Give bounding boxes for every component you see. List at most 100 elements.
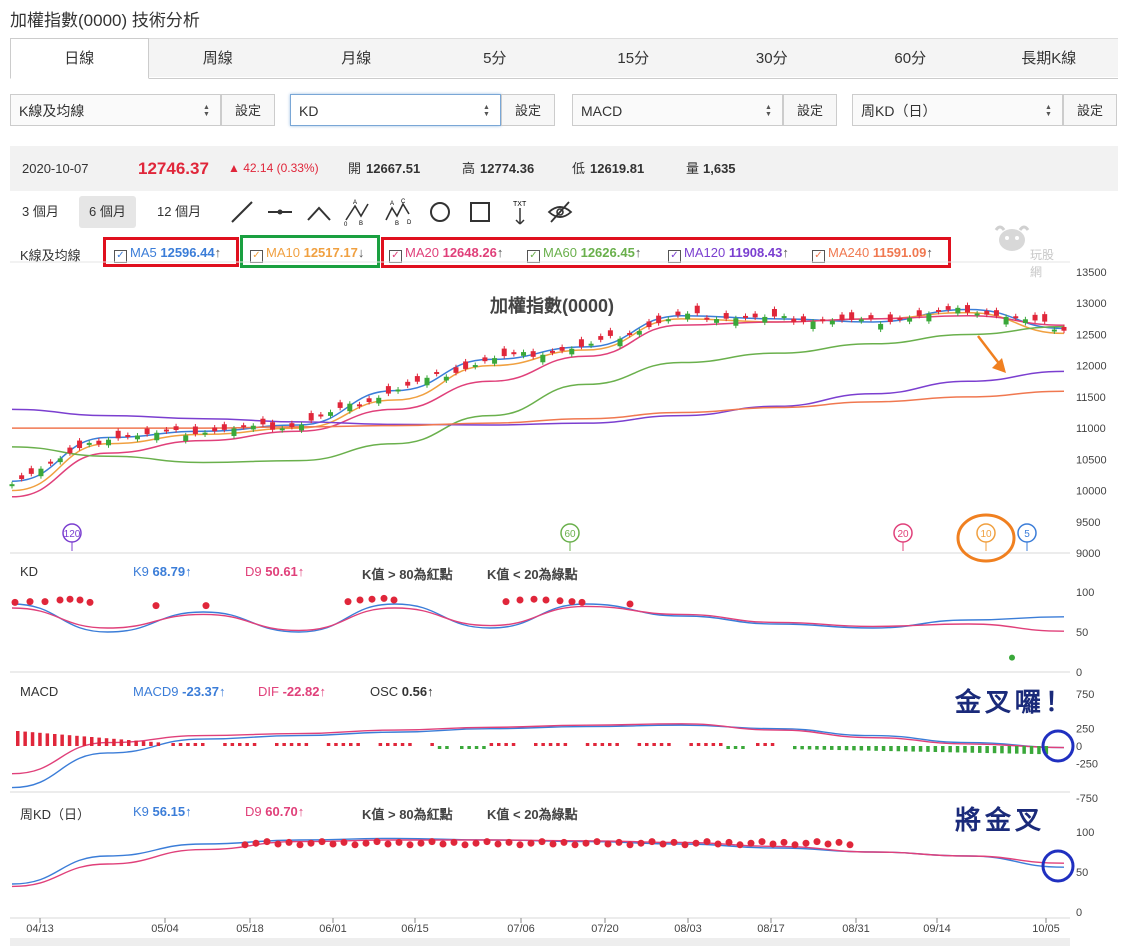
candle-body	[733, 318, 739, 326]
red-dot	[274, 840, 282, 848]
osc-bar	[852, 746, 856, 751]
osc-bar	[859, 746, 864, 751]
osc-bar	[201, 743, 205, 746]
red-dot	[582, 839, 590, 847]
red-dot	[549, 840, 557, 848]
osc-bar	[445, 746, 449, 749]
candle-body	[173, 426, 179, 431]
osc-bar	[82, 736, 87, 746]
red-dot	[483, 838, 491, 846]
osc-bar	[667, 743, 671, 746]
candle-body	[472, 365, 478, 368]
candle-body	[250, 425, 256, 430]
osc-bar	[467, 746, 471, 749]
macd-line	[11, 724, 1065, 789]
candle-body	[743, 315, 749, 318]
osc-bar	[763, 743, 767, 746]
red-dot	[568, 598, 576, 606]
xtick-label: 05/18	[236, 923, 264, 935]
osc-bar	[489, 743, 494, 746]
osc-bar	[541, 743, 545, 746]
red-dot	[307, 839, 315, 847]
osc-bar	[326, 743, 331, 746]
candle-body	[424, 377, 430, 386]
candle-body	[19, 475, 25, 480]
osc-bar	[104, 738, 109, 746]
osc-bar	[127, 740, 131, 746]
candle-body	[549, 350, 555, 353]
candle-body	[347, 403, 353, 412]
price-ytick: 12500	[1076, 329, 1107, 341]
xtick-label: 06/15	[401, 923, 429, 935]
candle-body	[907, 317, 913, 322]
candle-body	[106, 439, 112, 446]
candle-body	[1032, 314, 1038, 321]
macd-ytick: 0	[1076, 741, 1082, 753]
candle-body	[540, 354, 546, 363]
candle-body	[270, 422, 276, 430]
osc-bar	[430, 743, 434, 746]
red-dot	[637, 839, 645, 847]
candle-body	[308, 413, 314, 421]
macd-name: MACD9	[133, 684, 179, 699]
red-dot	[285, 838, 293, 846]
red-dot	[560, 838, 568, 846]
wkd-label: 周KD（日）	[20, 807, 91, 822]
wkd-k-arrow: ↑	[185, 804, 192, 819]
red-dot	[681, 841, 689, 849]
osc-bar	[867, 746, 871, 751]
osc-bar	[918, 746, 923, 752]
candle-body	[704, 317, 710, 320]
red-dot	[11, 598, 19, 606]
osc-bar	[800, 746, 804, 750]
osc-bar	[704, 743, 708, 746]
red-dot	[373, 838, 381, 846]
kd-k-name: K9	[133, 564, 149, 579]
candle-body	[762, 316, 768, 323]
red-dot	[692, 839, 700, 847]
candle-body	[800, 316, 806, 322]
candle-body	[299, 424, 305, 431]
candle-body	[791, 318, 797, 323]
scrollbar-track	[10, 938, 1070, 946]
red-dot	[296, 841, 304, 849]
osc-bar	[67, 735, 72, 746]
osc-bar	[408, 743, 412, 746]
ma-line-ma120	[11, 370, 1065, 426]
red-dot	[384, 840, 392, 848]
wkd-d-name: D9	[245, 804, 262, 819]
price-ytick: 13000	[1076, 298, 1107, 310]
osc-bar	[881, 746, 886, 751]
osc-bar	[245, 743, 249, 746]
osc-bar	[733, 746, 738, 749]
osc-bar	[608, 743, 612, 746]
osc-bar	[948, 746, 952, 753]
osc-bar	[16, 731, 20, 746]
red-dot	[626, 841, 634, 849]
osc-name: OSC	[370, 684, 399, 699]
osc-bar	[282, 743, 286, 746]
candle-body	[67, 447, 73, 454]
red-dot	[406, 841, 414, 849]
osc-bar	[1000, 746, 1004, 754]
osc-bar	[23, 731, 27, 746]
red-dot	[791, 841, 799, 849]
xtick-label: 08/31	[842, 923, 870, 935]
candle-body	[154, 432, 160, 441]
osc-bar	[304, 743, 309, 746]
red-dot	[725, 838, 733, 846]
candle-body	[279, 428, 285, 431]
red-dot	[542, 596, 550, 604]
candle-body	[202, 432, 208, 435]
candle-body	[868, 315, 874, 319]
osc-bar	[844, 746, 849, 751]
red-dot	[241, 841, 249, 849]
osc-bar	[297, 743, 301, 746]
osc-bar	[252, 743, 257, 746]
candle-body	[530, 351, 536, 357]
candle-body	[48, 461, 54, 464]
osc-bar	[334, 743, 338, 746]
red-dot	[428, 838, 436, 846]
macd-osc-legend: OSC 0.56↑	[370, 684, 434, 699]
ma-marker-label: 60	[564, 529, 576, 540]
